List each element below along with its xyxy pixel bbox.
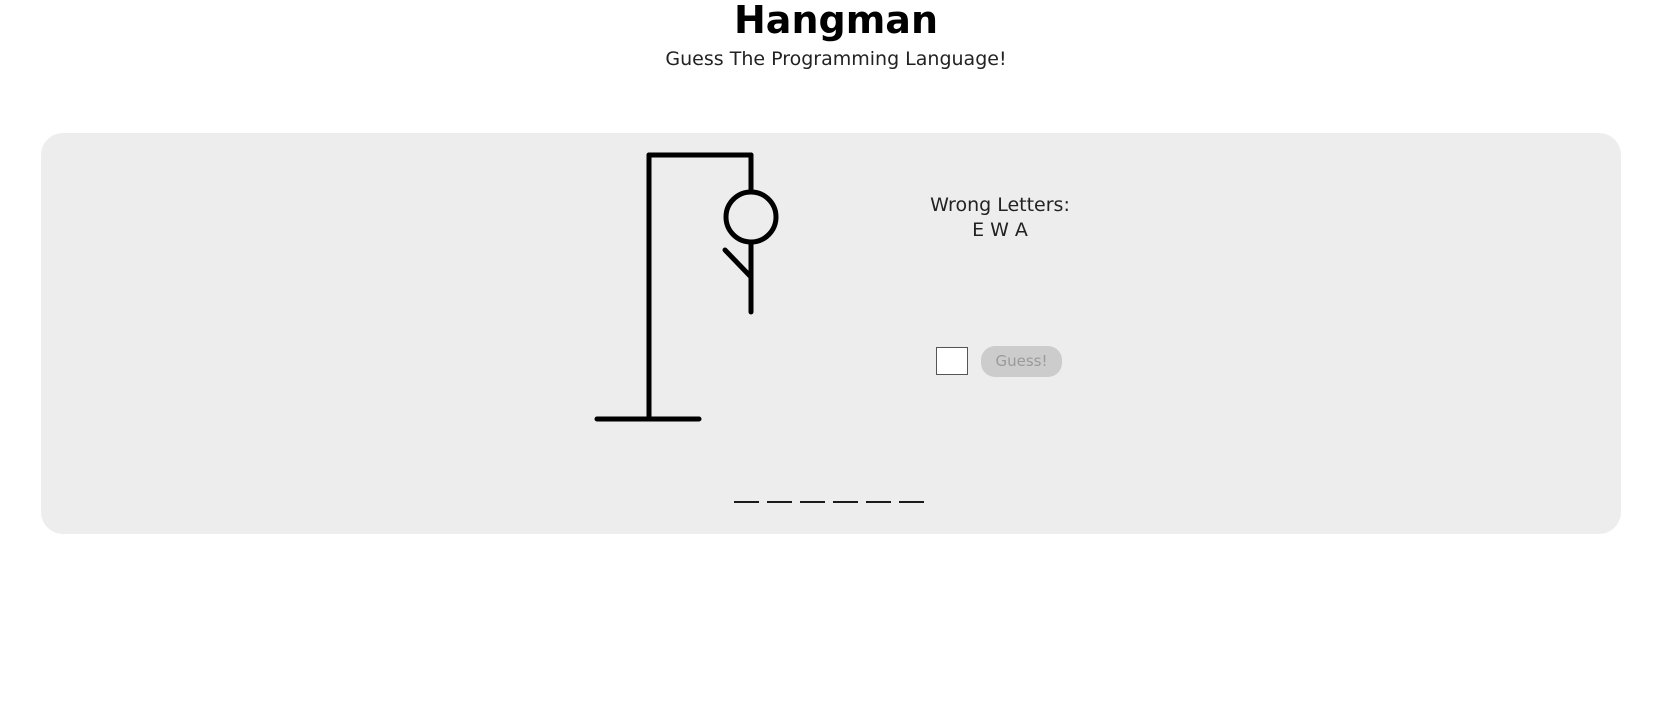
hangman-left-arm xyxy=(722,247,754,280)
letter-blank xyxy=(899,481,924,503)
letter-blank xyxy=(767,481,792,503)
guess-letter-input[interactable] xyxy=(936,347,968,375)
letter-blank xyxy=(734,481,759,503)
wrong-letters-label: Wrong Letters: xyxy=(930,194,1070,216)
wrong-letters-container: Wrong Letters: E W A xyxy=(890,193,1110,243)
gallows-drawing xyxy=(594,152,779,422)
letter-blank xyxy=(833,481,858,503)
hangman-head xyxy=(723,189,779,245)
letter-blank xyxy=(800,481,825,503)
wrong-letters-list: E W A xyxy=(972,219,1028,241)
game-panel: Wrong Letters: E W A Guess! xyxy=(41,133,1621,534)
page-subtitle: Guess The Programming Language! xyxy=(665,48,1007,70)
letter-blank xyxy=(866,481,891,503)
guess-button[interactable]: Guess! xyxy=(981,346,1062,377)
page-title: Hangman xyxy=(734,0,938,42)
